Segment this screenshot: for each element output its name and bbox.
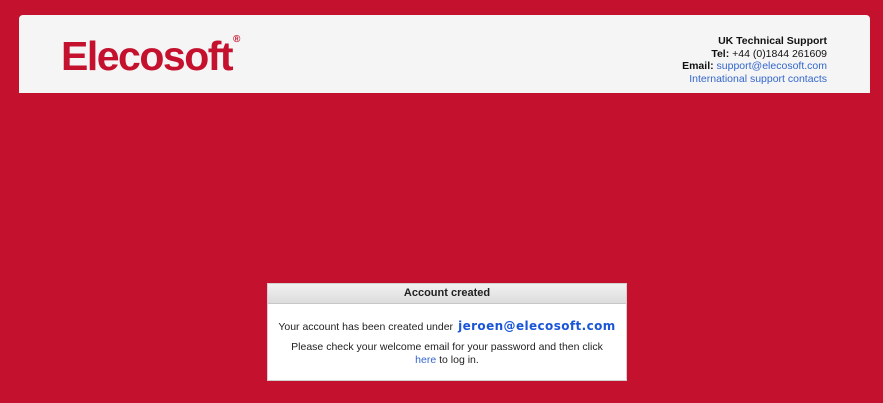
- support-phone: Tel: +44 (0)1844 261609: [682, 48, 827, 61]
- account-email: jeroen@elecosoft.com: [458, 319, 616, 333]
- email-label: Email:: [682, 60, 714, 72]
- account-created-message: Your account has been created under jero…: [268, 319, 626, 333]
- header-bar: Elecosoft ® UK Technical Support Tel: +4…: [19, 15, 870, 93]
- account-created-dialog: Account created Your account has been cr…: [267, 283, 627, 381]
- created-text: Your account has been created under: [278, 321, 454, 333]
- international-support-link[interactable]: International support contacts: [689, 73, 827, 85]
- registered-mark: ®: [233, 34, 241, 45]
- support-info: UK Technical Support Tel: +44 (0)1844 26…: [682, 35, 827, 85]
- support-email: Email: support@elecosoft.com: [682, 60, 827, 73]
- here-login-link[interactable]: here: [415, 354, 436, 366]
- support-email-link[interactable]: support@elecosoft.com: [717, 60, 827, 72]
- dialog-title: Account created: [268, 284, 626, 304]
- logo-text: Elecosoft: [61, 33, 234, 79]
- elecosoft-logo: Elecosoft ®: [61, 32, 240, 80]
- instructions-before: Please check your welcome email for your…: [291, 341, 603, 353]
- support-title: UK Technical Support: [718, 35, 827, 47]
- instructions-after: to log in.: [439, 353, 479, 366]
- phone-value: +44 (0)1844 261609: [732, 47, 827, 60]
- phone-label: Tel:: [711, 47, 730, 60]
- login-instructions: Please check your welcome email for your…: [268, 341, 626, 366]
